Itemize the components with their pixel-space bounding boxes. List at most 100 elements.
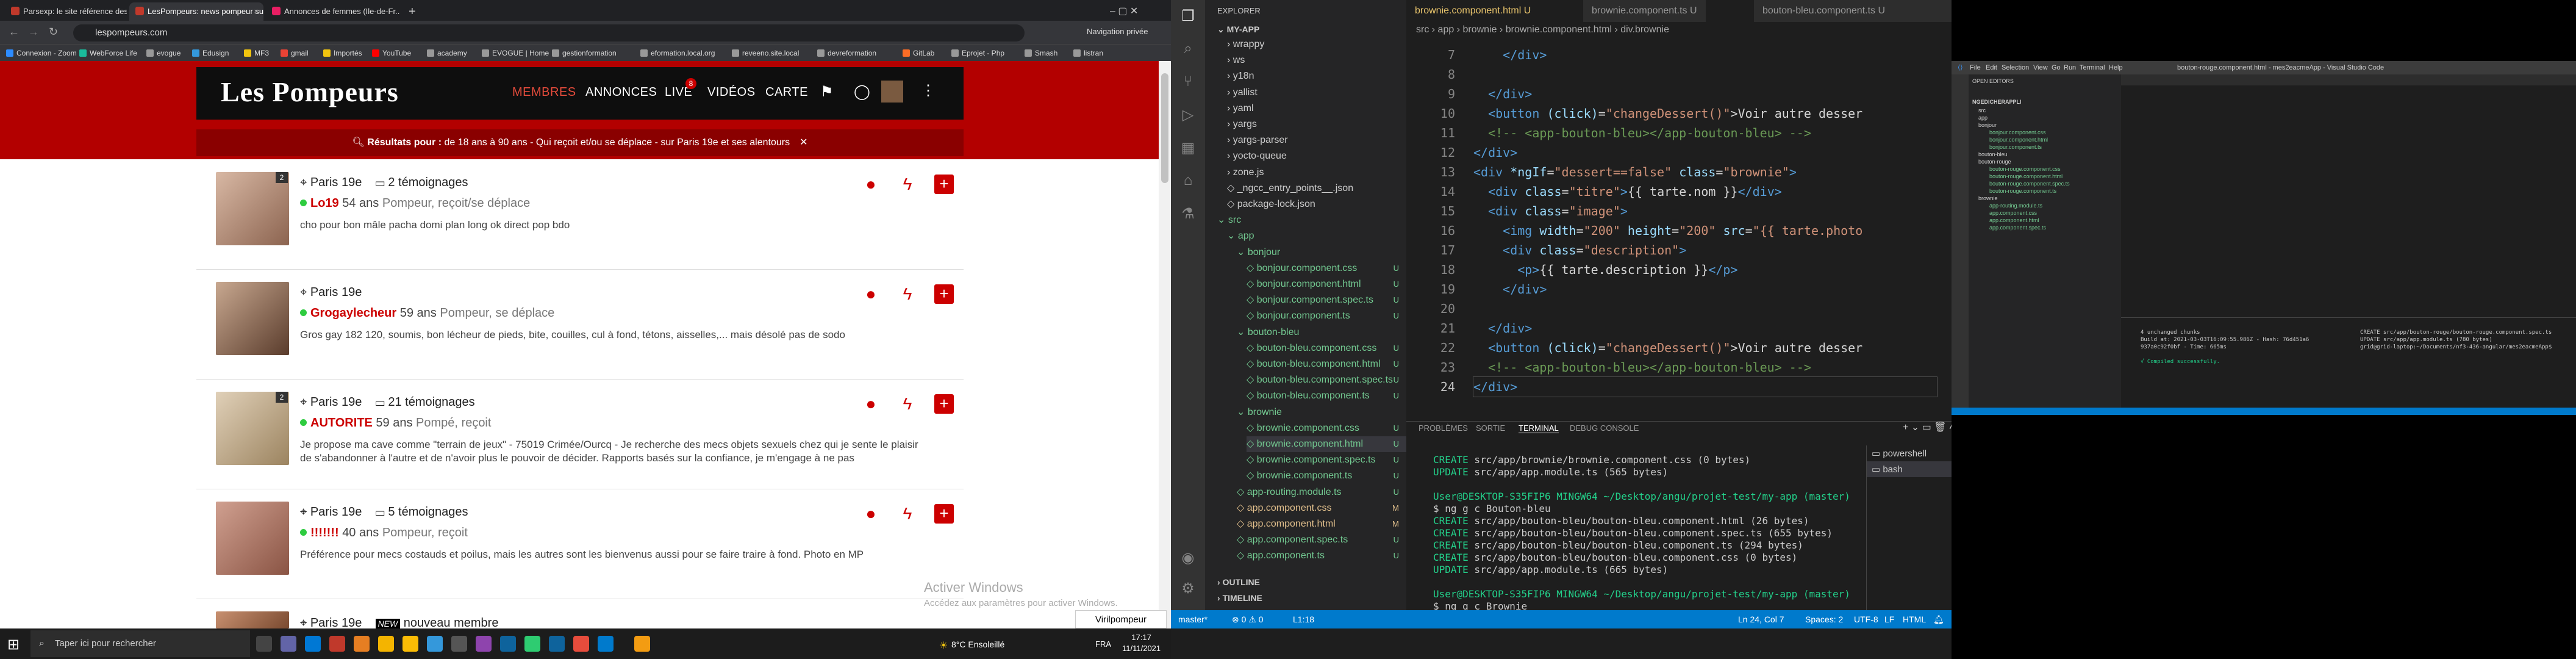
teams-icon[interactable] (281, 636, 296, 652)
account-icon[interactable]: ◉ (1179, 549, 1197, 566)
tree-item[interactable]: bouton-rouge.component.ts (1989, 188, 2056, 194)
tree-item[interactable]: app.component.spec.ts (1989, 225, 2046, 231)
panel-tab-debug-console[interactable]: DEBUG CONSOLE (1570, 423, 1639, 433)
bookmark-item[interactable]: eformation.local.org (640, 47, 715, 59)
tree-folder[interactable]: › yargs (1227, 117, 1406, 132)
tree-item[interactable]: app.component.css (1989, 210, 2037, 216)
profile-photo[interactable] (216, 502, 289, 575)
window-controls[interactable]: – ▢ ✕ (1104, 2, 1171, 21)
menu-terminal[interactable]: Terminal (2080, 61, 2105, 74)
tree-file[interactable]: ◇ bonjour.component.ts U (1247, 308, 1406, 324)
tree-file[interactable]: ◇ brownie.component.css U (1247, 420, 1406, 436)
app-icon[interactable] (305, 636, 321, 652)
settings-gear-icon[interactable]: ⚙ (1179, 580, 1197, 597)
tree-folder[interactable]: › yocto-queue (1227, 148, 1406, 164)
bookmark-item[interactable]: devreformation (817, 47, 876, 59)
editor-tab[interactable]: bouton-bleu.component.ts U (1754, 0, 1952, 22)
menu-help[interactable]: Help (2109, 61, 2123, 74)
browser-tab[interactable]: Annonces de femmes (Ile-de-Fr... (266, 2, 400, 21)
browser-tab-active[interactable]: LesPompeurs: news pompeur su... × (129, 2, 263, 21)
files-icon[interactable]: ❐ (1179, 7, 1197, 24)
bookmark-item[interactable]: EVOGUE | Home (482, 47, 549, 59)
tree-file[interactable]: ◇ bonjour.component.html U (1247, 276, 1406, 292)
bookmark-item[interactable]: Importés (323, 47, 362, 59)
add-icon[interactable]: + (934, 394, 954, 414)
run-debug-icon[interactable]: ▷ (1179, 106, 1197, 123)
tree-file[interactable]: ◇ brownie.component.ts U (1247, 468, 1406, 484)
profile-card[interactable]: 2 ⌖ Paris 19e ▭ 2 témoignages Lo19 54 an… (196, 160, 964, 270)
panel-tab-problems[interactable]: PROBLÈMES (1419, 423, 1468, 433)
extensions-icon[interactable]: ▦ (1179, 139, 1197, 156)
language-indicator[interactable]: FRA (1095, 639, 1111, 649)
bookmark-item[interactable]: GitLab (903, 47, 934, 59)
tree-file[interactable]: ◇ app.component.ts U (1237, 548, 1406, 564)
flag-icon[interactable]: ⚑ (820, 83, 834, 101)
tree-file[interactable]: ◇ package-lock.json (1227, 196, 1406, 212)
tree-folder[interactable]: ⌄ bonjour (1237, 245, 1406, 261)
eol[interactable]: LF (1884, 610, 1894, 628)
app-icon[interactable] (354, 636, 370, 652)
bookmark-item[interactable]: YouTube (372, 47, 411, 59)
chat-icon[interactable]: ◯ (854, 83, 870, 101)
tree-item[interactable]: bouton-rouge (1978, 159, 2011, 165)
live-share-indicator[interactable]: L1:18 (1293, 610, 1314, 628)
tree-item[interactable]: app-routing.module.ts (1989, 203, 2042, 209)
add-icon[interactable]: + (934, 175, 954, 194)
tree-item[interactable]: bouton-rouge.component.spec.ts (1989, 181, 2070, 187)
tree-folder[interactable]: ⌄ bouton-bleu (1237, 325, 1406, 340)
notification-popup[interactable]: Virilpompeur (1075, 610, 1167, 628)
bookmark-item[interactable]: WebForce Life (79, 47, 137, 59)
taskbar-search-input[interactable]: Taper ici pour rechercher (30, 630, 250, 657)
bookmark-item[interactable]: gestionformation (552, 47, 617, 59)
panel-tab-output[interactable]: SORTIE (1476, 423, 1505, 433)
tree-file[interactable]: ◇ _ngcc_entry_points__.json (1227, 181, 1406, 196)
profile-name[interactable]: AUTORITE (310, 416, 373, 430)
new-tab-button[interactable]: + (402, 2, 421, 21)
tree-file[interactable]: ◇ app.component.css M (1237, 500, 1406, 516)
app-icon[interactable] (476, 636, 492, 652)
bookmark-item[interactable]: Eprojet - Php (951, 47, 1004, 59)
indentation[interactable]: Spaces: 2 (1805, 610, 1843, 628)
profile-card[interactable]: ⌖ Paris 19e NEW nouveau membre (196, 599, 964, 630)
tree-file[interactable]: ◇ app-routing.module.ts U (1237, 484, 1406, 500)
guest-mode-label[interactable]: Navigation privée (1087, 27, 1148, 36)
tree-file[interactable]: ◇ app.component.spec.ts U (1237, 532, 1406, 548)
outline-section[interactable]: › OUTLINE (1217, 577, 1260, 587)
app-icon[interactable] (524, 636, 540, 652)
message-icon[interactable]: ● (861, 394, 881, 414)
app-icon[interactable] (329, 636, 345, 652)
tree-file[interactable]: ◇ bouton-bleu.component.spec.ts U (1247, 372, 1406, 388)
menu-file[interactable]: File (1970, 61, 1981, 74)
close-filter-icon[interactable]: ✕ (800, 137, 807, 148)
tree-file[interactable]: ◇ bouton-bleu.component.css U (1247, 340, 1406, 356)
vscode-icon[interactable] (598, 636, 614, 652)
source-control-icon[interactable]: ⑂ (1179, 73, 1197, 90)
message-icon[interactable]: ● (861, 504, 881, 524)
profile-photo[interactable] (216, 392, 289, 465)
flash-icon[interactable]: ϟ (898, 394, 917, 414)
close-icon[interactable]: × (254, 2, 259, 21)
remote-icon[interactable]: ⌂ (1179, 172, 1197, 189)
tree-file[interactable]: ◇ app.component.html M (1237, 516, 1406, 532)
bookmark-item[interactable]: Connexion - Zoom (6, 47, 77, 59)
bookmark-item[interactable]: gmail (281, 47, 309, 59)
bookmark-item[interactable]: MF3 (244, 47, 269, 59)
tree-folder[interactable]: ⌄ app (1227, 228, 1406, 244)
project-root[interactable]: ⌄ MY-APP (1217, 24, 1259, 35)
panel-tab-terminal[interactable]: TERMINAL (1519, 423, 1559, 433)
tree-item[interactable]: app.component.html (1989, 217, 2039, 223)
test-icon[interactable]: ⚗ (1179, 205, 1197, 222)
forward-icon[interactable]: → (28, 26, 39, 38)
tree-folder[interactable]: › wrappy (1227, 37, 1406, 52)
tree-folder[interactable]: ⌄ src (1217, 212, 1406, 228)
profile-card[interactable]: ⌖ Paris 19e ▭ 5 témoignages !!!!!!! 40 a… (196, 489, 964, 599)
tree-item[interactable]: bouton-rouge.component.html (1989, 173, 2063, 179)
flash-icon[interactable]: ϟ (898, 175, 917, 194)
menu-selection[interactable]: Selection (2002, 61, 2029, 74)
message-icon[interactable]: ● (861, 175, 881, 194)
tree-folder[interactable]: ⌄ brownie (1237, 405, 1406, 420)
tree-file[interactable]: ◇ bouton-bleu.component.ts U (1247, 388, 1406, 404)
cursor-position[interactable]: Ln 24, Col 7 (1738, 610, 1784, 628)
flash-icon[interactable]: ϟ (898, 284, 917, 304)
encoding[interactable]: UTF-8 (1854, 610, 1878, 628)
